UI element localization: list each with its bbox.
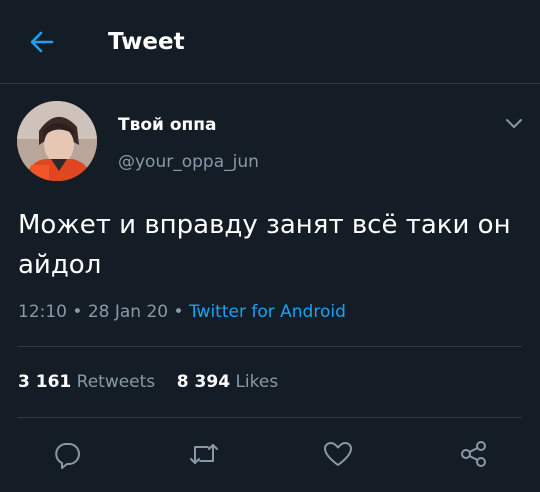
retweets-stat[interactable]: 3 161 Retweets [18, 369, 155, 395]
share-icon [461, 441, 486, 467]
likes-count: 8 394 [176, 372, 231, 392]
like-icon [324, 442, 352, 466]
share-button[interactable] [457, 437, 491, 471]
author-display-name[interactable]: Твой оппа [118, 114, 217, 136]
likes-stat[interactable]: 8 394 Likes [177, 369, 278, 395]
tweet-options-button[interactable] [500, 112, 528, 136]
tweet-text: Может и вправду занят всё таки он айдол [18, 210, 511, 280]
profile-photo [17, 101, 97, 181]
author-handle[interactable]: @your_oppa_jun [118, 151, 259, 173]
retweets-label: Retweets [76, 372, 156, 392]
tweet-metadata: 12:10 • 28 Jan 20 • Twitter for Android [18, 300, 346, 324]
page-title: Tweet [108, 29, 185, 55]
avatar[interactable] [17, 101, 97, 181]
arrow-left-icon [30, 31, 54, 53]
retweets-count: 3 161 [18, 372, 72, 392]
retweet-icon [190, 444, 218, 464]
chevron-down-icon [506, 119, 522, 128]
meta-separator: • [168, 302, 189, 322]
likes-label: Likes [235, 372, 279, 392]
tweet-time: 12:10 [18, 302, 67, 322]
reply-icon [55, 443, 80, 469]
back-button[interactable] [26, 26, 58, 58]
tweet-date: 28 Jan 20 [87, 302, 169, 322]
divider [18, 346, 522, 347]
like-button[interactable] [321, 437, 355, 471]
reply-button[interactable] [50, 437, 84, 471]
meta-separator: • [67, 302, 88, 322]
top-app-bar: Tweet [0, 0, 540, 84]
tweet-stats: 3 161 Retweets 8 394 Likes [18, 369, 278, 395]
divider [18, 417, 522, 418]
retweet-button[interactable] [187, 437, 221, 471]
tweet-source-link[interactable]: Twitter for Android [189, 302, 346, 322]
